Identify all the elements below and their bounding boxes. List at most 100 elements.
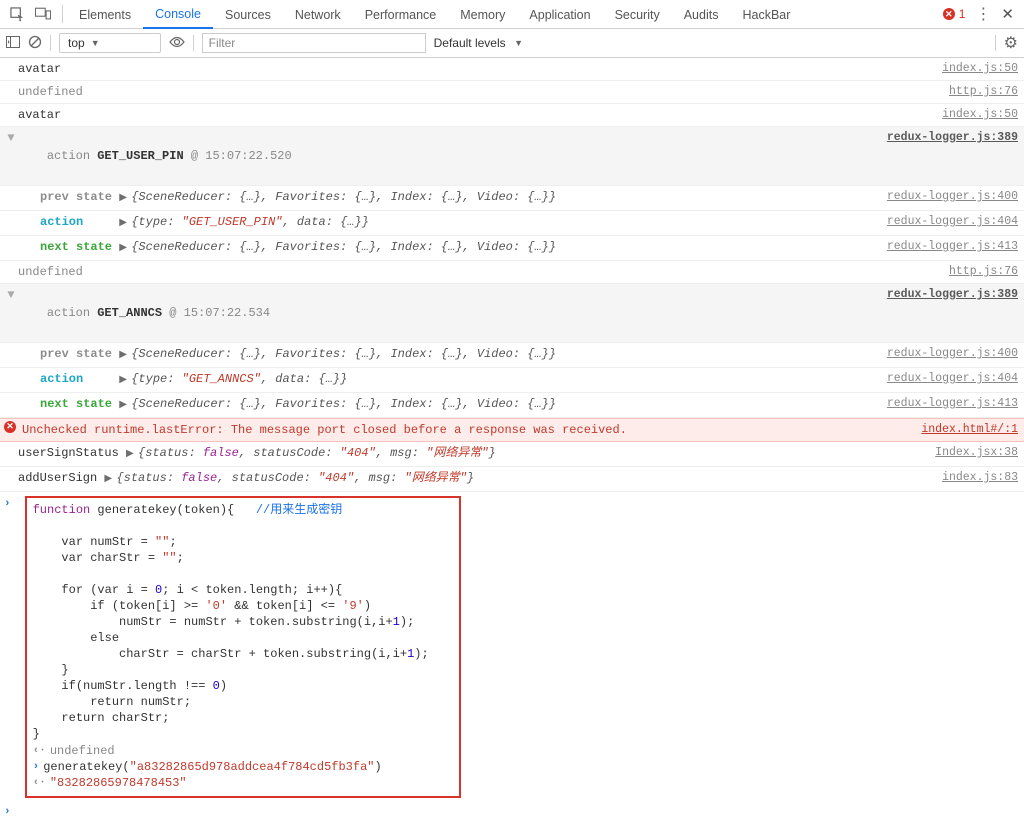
expand-arrow-icon[interactable]: ▶ <box>119 347 131 365</box>
tab-audits[interactable]: Audits <box>672 1 731 28</box>
input-prompt-icon: › <box>33 761 44 773</box>
state-body: {SceneReducer: {…}, Favorites: {…}, Inde… <box>131 240 556 254</box>
expand-arrow-icon[interactable]: ▶ <box>104 471 116 489</box>
src-link[interactable]: http.js:76 <box>939 83 1018 101</box>
tab-elements[interactable]: Elements <box>67 1 143 28</box>
group-prefix: action <box>47 149 97 163</box>
state-body: {SceneReducer: {…}, Favorites: {…}, Inde… <box>131 347 556 361</box>
input-prompt-icon: › <box>0 492 11 510</box>
console-output: avatar index.js:50 undefined http.js:76 … <box>0 58 1024 822</box>
action-name: GET_USER_PIN <box>97 149 183 163</box>
src-link[interactable]: redux-logger.js:404 <box>877 213 1018 231</box>
expand-arrow-icon[interactable]: ▶ <box>119 240 131 258</box>
log-row[interactable]: undefined http.js:76 <box>0 81 1024 104</box>
device-toggle-icon[interactable] <box>32 3 54 25</box>
log-row[interactable]: addUserSign ▶{status: false, statusCode:… <box>0 467 1024 492</box>
kebab-menu-icon[interactable]: ⋮ <box>975 4 991 24</box>
src-link[interactable]: index.js:50 <box>932 106 1018 124</box>
clear-console-icon[interactable] <box>28 35 42 52</box>
log-row[interactable]: avatar index.js:50 <box>0 104 1024 127</box>
src-link[interactable]: redux-logger.js:389 <box>877 129 1018 147</box>
disclosure-triangle-icon[interactable]: ▼ <box>4 129 18 147</box>
src-link[interactable]: http.js:76 <box>939 263 1018 281</box>
log-row[interactable]: next state ▶{SceneReducer: {…}, Favorite… <box>0 236 1024 261</box>
error-icon: ✕ <box>943 8 955 20</box>
input-prompt-icon: › <box>4 806 15 822</box>
devtools-tabs: Elements Console Sources Network Perform… <box>67 0 943 28</box>
error-row[interactable]: ✕ Unchecked runtime.lastError: The messa… <box>0 418 1024 442</box>
tab-sources[interactable]: Sources <box>213 1 283 28</box>
log-text: undefined <box>18 263 939 281</box>
expand-arrow-icon[interactable]: ▶ <box>119 372 131 390</box>
src-link[interactable]: redux-logger.js:389 <box>877 286 1018 304</box>
expand-arrow-icon[interactable]: ▶ <box>119 190 131 208</box>
chevron-down-icon: ▼ <box>512 38 523 48</box>
src-link[interactable]: redux-logger.js:400 <box>877 188 1018 206</box>
error-count: 1 <box>959 7 966 21</box>
sidebar-toggle-icon[interactable] <box>6 36 20 51</box>
log-row[interactable]: prev state ▶{SceneReducer: {…}, Favorite… <box>0 343 1024 368</box>
src-link[interactable]: Index.jsx:38 <box>925 444 1018 462</box>
state-label: prev state <box>40 190 112 204</box>
close-icon[interactable]: ✕ <box>1001 5 1014 23</box>
tab-performance[interactable]: Performance <box>353 1 449 28</box>
tab-hackbar[interactable]: HackBar <box>730 1 802 28</box>
devtools-topbar: Elements Console Sources Network Perform… <box>0 0 1024 29</box>
output-prompt-icon: ‹· <box>33 777 50 789</box>
code-input-line[interactable]: generatekey("a83282865d978addcea4f784cd5… <box>43 760 381 774</box>
state-label: action <box>40 215 83 229</box>
inspect-icon[interactable] <box>6 3 28 25</box>
src-link[interactable]: redux-logger.js:404 <box>877 370 1018 388</box>
levels-label: Default levels <box>434 36 506 50</box>
tab-console[interactable]: Console <box>143 0 213 29</box>
log-row[interactable]: undefined http.js:76 <box>0 261 1024 284</box>
disclosure-triangle-icon[interactable]: ▼ <box>4 286 18 304</box>
expand-arrow-icon[interactable]: ▶ <box>119 215 131 233</box>
return-value: "83282865978478453" <box>50 776 187 790</box>
src-link[interactable]: index.js:83 <box>932 469 1018 487</box>
log-row[interactable]: userSignStatus ▶{status: false, statusCo… <box>0 442 1024 467</box>
context-label: top <box>68 36 85 50</box>
error-icon: ✕ <box>4 421 16 433</box>
src-link[interactable]: redux-logger.js:413 <box>877 395 1018 413</box>
log-text: avatar <box>18 60 932 78</box>
tab-security[interactable]: Security <box>603 1 672 28</box>
error-text: Unchecked runtime.lastError: The message… <box>22 421 911 439</box>
log-row[interactable]: avatar index.js:50 <box>0 58 1024 81</box>
state-body: {SceneReducer: {…}, Favorites: {…}, Inde… <box>131 397 556 411</box>
context-select[interactable]: top ▼ <box>59 33 161 53</box>
tab-network[interactable]: Network <box>283 1 353 28</box>
console-input[interactable] <box>15 806 1024 822</box>
src-link[interactable]: redux-logger.js:400 <box>877 345 1018 363</box>
gear-icon[interactable]: ⚙ <box>1004 33 1018 53</box>
action-name: GET_ANNCS <box>97 306 162 320</box>
log-row[interactable]: action ▶{type: "GET_USER_PIN", data: {…}… <box>0 211 1024 236</box>
code-input[interactable]: function generatekey(token){ //用来生成密钥 va… <box>33 502 453 742</box>
return-value: undefined <box>50 744 115 758</box>
expand-arrow-icon[interactable]: ▶ <box>126 446 138 464</box>
expand-arrow-icon[interactable]: ▶ <box>119 397 131 415</box>
src-link[interactable]: index.html#/:1 <box>911 421 1018 439</box>
state-body: {SceneReducer: {…}, Favorites: {…}, Inde… <box>131 190 556 204</box>
log-row[interactable]: action ▶{type: "GET_ANNCS", data: {…}} r… <box>0 368 1024 393</box>
log-text: undefined <box>18 83 939 101</box>
tab-memory[interactable]: Memory <box>448 1 517 28</box>
filter-input[interactable]: Filter <box>202 33 426 53</box>
error-count-badge[interactable]: ✕ 1 <box>943 7 966 21</box>
log-row[interactable]: next state ▶{SceneReducer: {…}, Favorite… <box>0 393 1024 418</box>
live-expression-icon[interactable] <box>169 36 185 51</box>
src-link[interactable]: index.js:50 <box>932 60 1018 78</box>
log-row[interactable]: prev state ▶{SceneReducer: {…}, Favorite… <box>0 186 1024 211</box>
console-toolbar: top ▼ Filter Default levels ▼ ⚙ <box>0 29 1024 58</box>
output-prompt-icon: ‹· <box>33 745 50 757</box>
tab-application[interactable]: Application <box>517 1 602 28</box>
timestamp: @ 15:07:22.534 <box>169 306 270 320</box>
log-label: addUserSign <box>18 471 97 485</box>
chevron-down-icon: ▼ <box>91 38 100 48</box>
log-label: userSignStatus <box>18 446 119 460</box>
src-link[interactable]: redux-logger.js:413 <box>877 238 1018 256</box>
log-levels-select[interactable]: Default levels ▼ <box>434 36 523 50</box>
log-group-header[interactable]: ▼ action GET_ANNCS @ 15:07:22.534 redux-… <box>0 284 1024 343</box>
log-group-header[interactable]: ▼ action GET_USER_PIN @ 15:07:22.520 red… <box>0 127 1024 186</box>
state-label: next state <box>40 240 112 254</box>
